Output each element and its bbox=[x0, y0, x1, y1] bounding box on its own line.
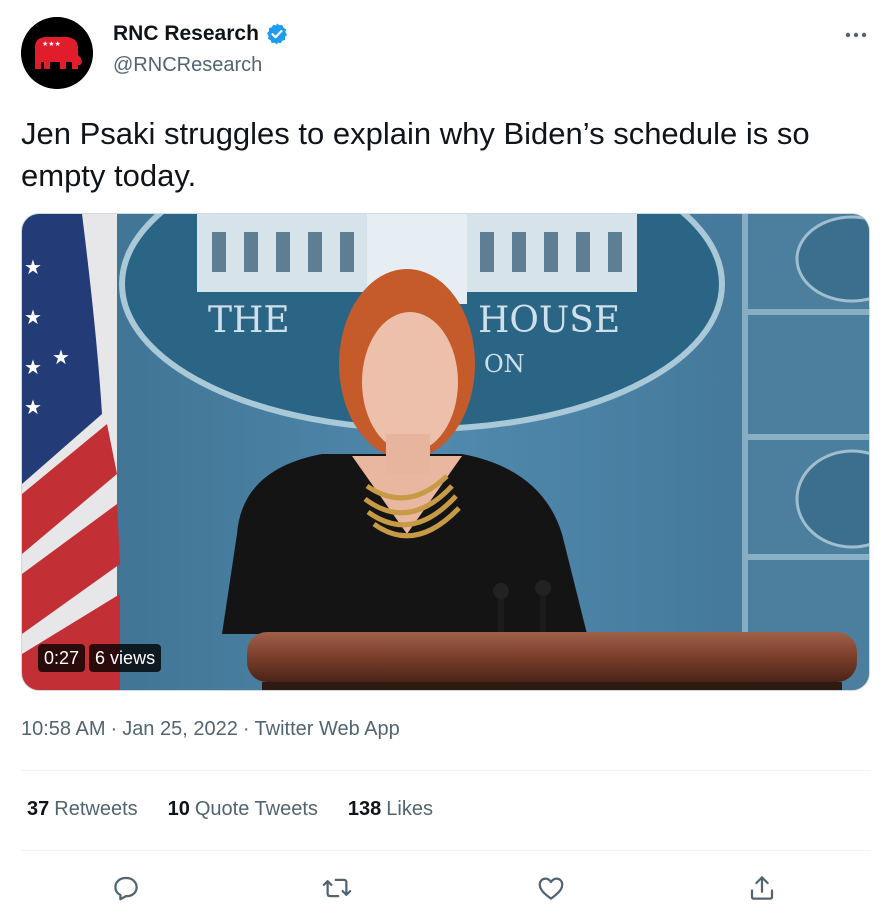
tweet-text: Jen Psaki struggles to explain why Biden… bbox=[21, 116, 810, 193]
divider bbox=[21, 770, 871, 771]
video-thumbnail: THE HOUSE ON ★ ★ ★ ★ ★ bbox=[22, 214, 869, 690]
like-icon bbox=[538, 877, 564, 900]
tweet-meta: 10:58 AM · Jan 25, 2022 · Twitter Web Ap… bbox=[21, 718, 400, 741]
display-name[interactable]: RNC Research bbox=[113, 22, 259, 46]
quote-tweets-stat[interactable]: 10 Quote Tweets bbox=[168, 798, 318, 821]
more-options-button[interactable] bbox=[836, 20, 876, 50]
likes-label: Likes bbox=[386, 798, 433, 820]
video-views-badge: 6 views bbox=[89, 644, 162, 672]
more-dots-icon bbox=[845, 32, 867, 38]
meta-separator: · bbox=[242, 718, 250, 740]
avatar[interactable]: ★★★ bbox=[21, 17, 93, 89]
retweets-count: 37 bbox=[27, 798, 50, 820]
retweet-button[interactable] bbox=[317, 868, 357, 908]
meta-separator: · bbox=[110, 718, 118, 740]
rnc-logo-icon: ★★★ bbox=[21, 17, 93, 89]
backdrop-text-the: THE bbox=[208, 300, 290, 341]
verified-badge-icon bbox=[266, 23, 287, 45]
video-duration-badge: 0:27 bbox=[38, 644, 86, 672]
svg-text:★: ★ bbox=[24, 255, 42, 279]
svg-text:★: ★ bbox=[24, 355, 42, 379]
likes-count: 138 bbox=[347, 798, 382, 820]
retweets-stat[interactable]: 37 Retweets bbox=[27, 798, 138, 821]
divider bbox=[21, 850, 871, 851]
share-button[interactable] bbox=[742, 868, 782, 908]
tweet-date[interactable]: Jan 25, 2022 bbox=[122, 718, 238, 741]
backdrop-text-house: HOUSE bbox=[478, 300, 620, 341]
quote-tweets-count: 10 bbox=[167, 798, 190, 820]
svg-text:★: ★ bbox=[24, 395, 42, 419]
svg-text:★★★: ★★★ bbox=[42, 40, 61, 48]
quote-tweets-label: Quote Tweets bbox=[194, 798, 318, 820]
tweet-time[interactable]: 10:58 AM bbox=[21, 718, 106, 741]
svg-text:★: ★ bbox=[24, 305, 42, 329]
retweets-label: Retweets bbox=[54, 798, 138, 820]
reply-button[interactable] bbox=[106, 868, 146, 908]
video-player[interactable]: THE HOUSE ON ★ ★ ★ ★ ★ bbox=[21, 213, 870, 691]
backdrop-text-on: ON bbox=[484, 350, 525, 378]
reply-icon bbox=[114, 876, 138, 901]
likes-stat[interactable]: 138 Likes bbox=[348, 798, 433, 821]
user-handle[interactable]: @RNCResearch bbox=[113, 54, 262, 77]
tweet-source[interactable]: Twitter Web App bbox=[255, 718, 400, 741]
like-button[interactable] bbox=[531, 868, 571, 908]
share-icon bbox=[750, 876, 774, 900]
tweet-stats: 37 Retweets 10 Quote Tweets 138 Likes bbox=[27, 798, 433, 821]
svg-text:★: ★ bbox=[52, 345, 70, 369]
retweet-icon bbox=[322, 878, 352, 898]
tweet-actions bbox=[0, 868, 892, 908]
